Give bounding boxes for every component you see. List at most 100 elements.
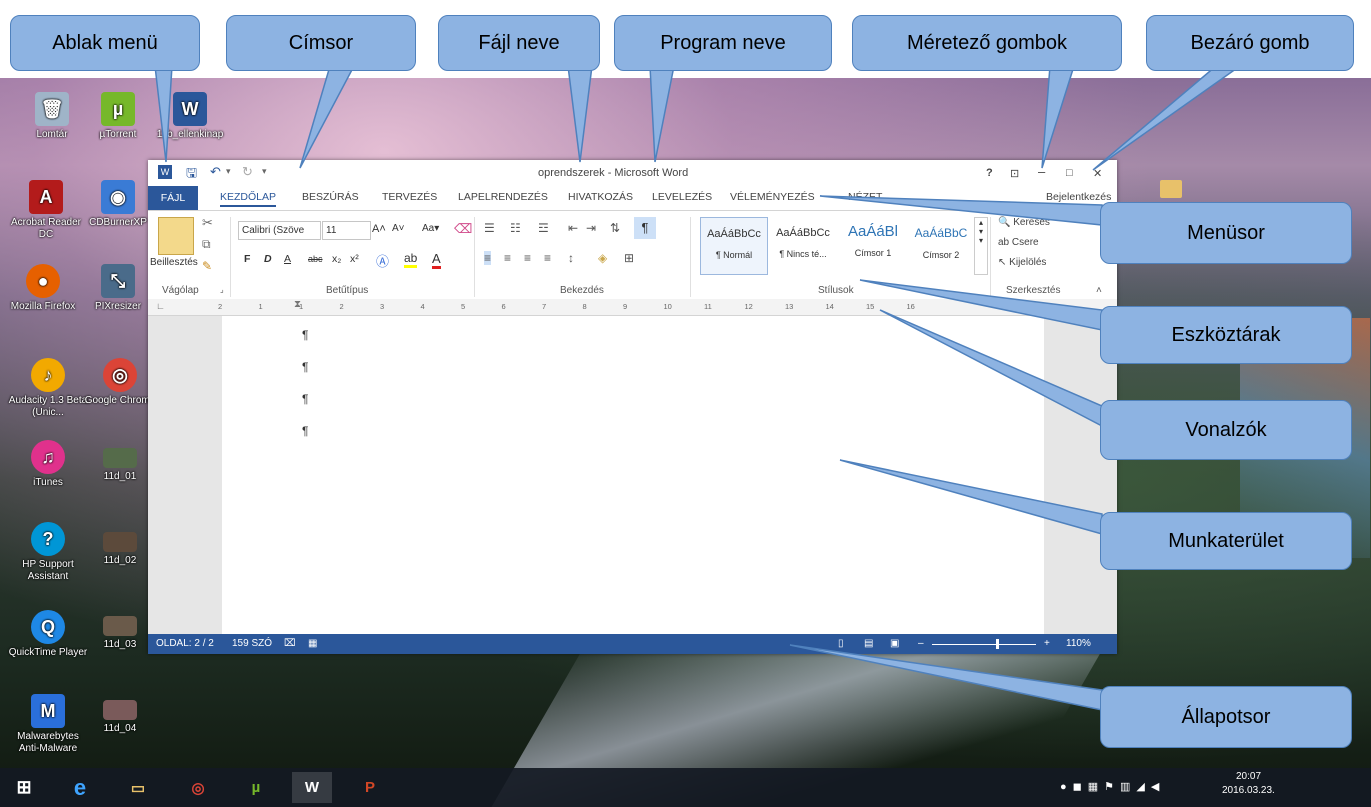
zoom-out-icon[interactable]: – xyxy=(918,638,924,649)
customize-qat-icon[interactable]: ▾ xyxy=(262,166,267,177)
close-button[interactable]: ✕ xyxy=(1093,167,1102,180)
style-no-spacing[interactable]: AaÁáBbCc ¶ Nincs té... xyxy=(770,217,836,273)
numbering-icon[interactable]: ☷ xyxy=(510,221,521,235)
clear-formatting-icon[interactable]: ⌫ xyxy=(454,221,472,237)
save-icon[interactable]: 🖫 xyxy=(186,164,197,186)
desktop-icon-itunes[interactable]: ♫ iTunes xyxy=(8,440,88,489)
style-normal[interactable]: AaÁáBbCc ¶ Normál xyxy=(700,217,768,275)
tab-layout[interactable]: LAPELRENDEZÉS xyxy=(458,191,548,203)
word-count[interactable]: 159 SZÓ xyxy=(232,638,272,649)
style-heading-1[interactable]: AaÁáBl Címsor 1 xyxy=(840,217,906,273)
desktop-icon-word-file[interactable]: W 11b_ellenkinap xyxy=(150,92,230,141)
document-page[interactable]: ¶ ¶ ¶ ¶ xyxy=(222,316,1044,634)
line-spacing-icon[interactable]: ↕ xyxy=(568,251,574,265)
select-button[interactable]: ↖ Kijelölés xyxy=(998,257,1046,268)
tab-file[interactable]: FÁJL xyxy=(148,186,198,210)
align-left-icon[interactable]: ≡ xyxy=(484,251,492,265)
paste-icon[interactable] xyxy=(158,217,194,255)
justify-icon[interactable]: ≡ xyxy=(544,251,551,265)
system-tray-icons[interactable]: ●◼▦⚑▥◢◀ xyxy=(1060,780,1165,793)
help-button[interactable]: ? xyxy=(986,167,993,179)
tab-insert[interactable]: BESZÚRÁS xyxy=(302,191,359,203)
collapse-ribbon-icon[interactable]: ˄ xyxy=(1096,285,1102,296)
strikethrough-button[interactable]: abc xyxy=(308,254,323,264)
subscript-button[interactable]: x₂ xyxy=(332,253,341,265)
italic-button[interactable]: D xyxy=(264,253,272,265)
utorrent-taskbar-icon[interactable]: µ xyxy=(236,772,276,803)
shading-icon[interactable]: ◈ xyxy=(598,251,607,265)
shrink-font-icon[interactable]: A˅ xyxy=(392,223,405,234)
minimize-button[interactable]: – xyxy=(1038,164,1045,179)
tab-review[interactable]: VÉLEMÉNYEZÉS xyxy=(730,191,815,203)
desktop-icon-hp-support[interactable]: ? HP Support Assistant xyxy=(8,522,88,583)
clock-date[interactable]: 2016.03.23. xyxy=(1222,785,1275,796)
file-explorer-icon[interactable]: ▭ xyxy=(118,772,158,803)
desktop-icon-cdburner[interactable]: ◉ CDBurnerXP xyxy=(78,180,158,229)
sort-icon[interactable]: ⇅ xyxy=(610,221,620,235)
bold-button[interactable]: F xyxy=(244,253,250,265)
indent-marker-icon[interactable]: ⧗ xyxy=(294,299,301,310)
tab-mailings[interactable]: LEVELEZÉS xyxy=(652,191,712,203)
change-case-icon[interactable]: Aa▾ xyxy=(422,223,439,234)
paste-button[interactable]: Beillesztés xyxy=(150,257,198,268)
desktop-icon-firefox[interactable]: ● Mozilla Firefox xyxy=(3,264,83,313)
styles-scroll-icon[interactable]: ▴ ▾ ▾ xyxy=(974,217,988,275)
folder-icon[interactable] xyxy=(1160,180,1182,198)
find-button[interactable]: 🔍 Keresés xyxy=(998,217,1050,228)
undo-dropdown-icon[interactable]: ▾ xyxy=(226,166,231,177)
macro-icon[interactable]: ▦ xyxy=(308,638,317,649)
increase-indent-icon[interactable]: ⇥ xyxy=(586,221,596,235)
desktop-icon-malwarebytes[interactable]: M Malwarebytes Anti-Malware xyxy=(8,694,88,755)
dialog-launcher-icon[interactable]: ⌟ xyxy=(220,285,224,294)
signin-link[interactable]: Bejelentkezés xyxy=(1046,191,1111,203)
title-bar[interactable]: W 🖫 ↶ ▾ ↻ ▾ oprendszerek - Microsoft Wor… xyxy=(148,160,1117,186)
decrease-indent-icon[interactable]: ⇤ xyxy=(568,221,578,235)
align-center-icon[interactable]: ≡ xyxy=(504,251,511,265)
desktop-icon-acrobat[interactable]: A Acrobat Reader DC xyxy=(6,180,86,241)
clock-time[interactable]: 20:07 xyxy=(1236,771,1261,782)
undo-icon[interactable]: ↶ xyxy=(210,164,221,180)
style-heading-2[interactable]: AaÁáBbC Címsor 2 xyxy=(908,217,974,273)
page-count[interactable]: OLDAL: 2 / 2 xyxy=(156,638,214,649)
desktop-icon-audacity[interactable]: ♪ Audacity 1.3 Beta (Unic... xyxy=(8,358,88,419)
redo-icon[interactable]: ↻ xyxy=(242,164,253,180)
tab-references[interactable]: HIVATKOZÁS xyxy=(568,191,633,203)
show-formatting-marks-icon[interactable]: ¶ xyxy=(634,217,656,239)
text-effects-icon[interactable]: Ⓐ xyxy=(376,251,389,270)
multilevel-list-icon[interactable]: ☲ xyxy=(538,221,549,235)
tab-home[interactable]: KEZDŐLAP xyxy=(220,191,277,207)
horizontal-ruler[interactable]: ∟ 2 1 1 2 3 4 5 6 7 8 9 10 11 12 13 14 15 16 ⧗ xyxy=(148,299,1117,316)
tab-design[interactable]: TERVEZÉS xyxy=(382,191,437,203)
read-mode-icon[interactable]: ▯ xyxy=(838,638,844,649)
copy-icon[interactable]: ⧉ xyxy=(202,237,211,252)
zoom-slider-handle[interactable] xyxy=(996,639,999,649)
desktop-icon-11d-04[interactable]: 11d_04 xyxy=(80,700,160,735)
highlight-icon[interactable]: ab xyxy=(404,251,418,268)
underline-button[interactable]: A xyxy=(284,253,291,265)
tab-view[interactable]: NÉZET xyxy=(848,191,882,203)
font-color-icon[interactable]: A xyxy=(432,251,441,269)
zoom-in-icon[interactable]: + xyxy=(1044,638,1050,649)
replace-button[interactable]: ab Csere xyxy=(998,237,1039,248)
chrome-taskbar-icon[interactable]: ◎ xyxy=(178,772,218,803)
powerpoint-taskbar-icon[interactable]: P xyxy=(350,772,390,803)
maximize-button[interactable]: □ xyxy=(1066,167,1073,179)
align-right-icon[interactable]: ≡ xyxy=(524,251,531,265)
word-taskbar-icon[interactable]: W xyxy=(292,772,332,803)
bullets-icon[interactable]: ☰ xyxy=(484,221,495,235)
web-layout-icon[interactable]: ▣ xyxy=(890,638,899,649)
grow-font-icon[interactable]: A˄ xyxy=(372,223,386,235)
format-painter-icon[interactable]: ✎ xyxy=(202,259,212,273)
zoom-level[interactable]: 110% xyxy=(1066,638,1091,649)
font-name-dropdown[interactable]: Calibri (Szöve xyxy=(238,221,321,240)
borders-icon[interactable]: ⊞ xyxy=(624,251,634,265)
superscript-button[interactable]: x² xyxy=(350,253,359,265)
word-app-icon[interactable]: W xyxy=(158,165,172,179)
windows-start-icon[interactable]: ⊞ xyxy=(4,772,44,803)
cut-icon[interactable]: ✂ xyxy=(202,215,213,231)
desktop-icon-pixresizer[interactable]: ⤡ PIXresizer xyxy=(78,264,158,313)
zoom-slider[interactable] xyxy=(932,644,1036,645)
desktop-icon-utorrent[interactable]: µ µTorrent xyxy=(78,92,158,141)
tab-selector-icon[interactable]: ∟ xyxy=(156,301,165,311)
ribbon-display-options-button[interactable]: ⊡ xyxy=(1010,167,1019,180)
